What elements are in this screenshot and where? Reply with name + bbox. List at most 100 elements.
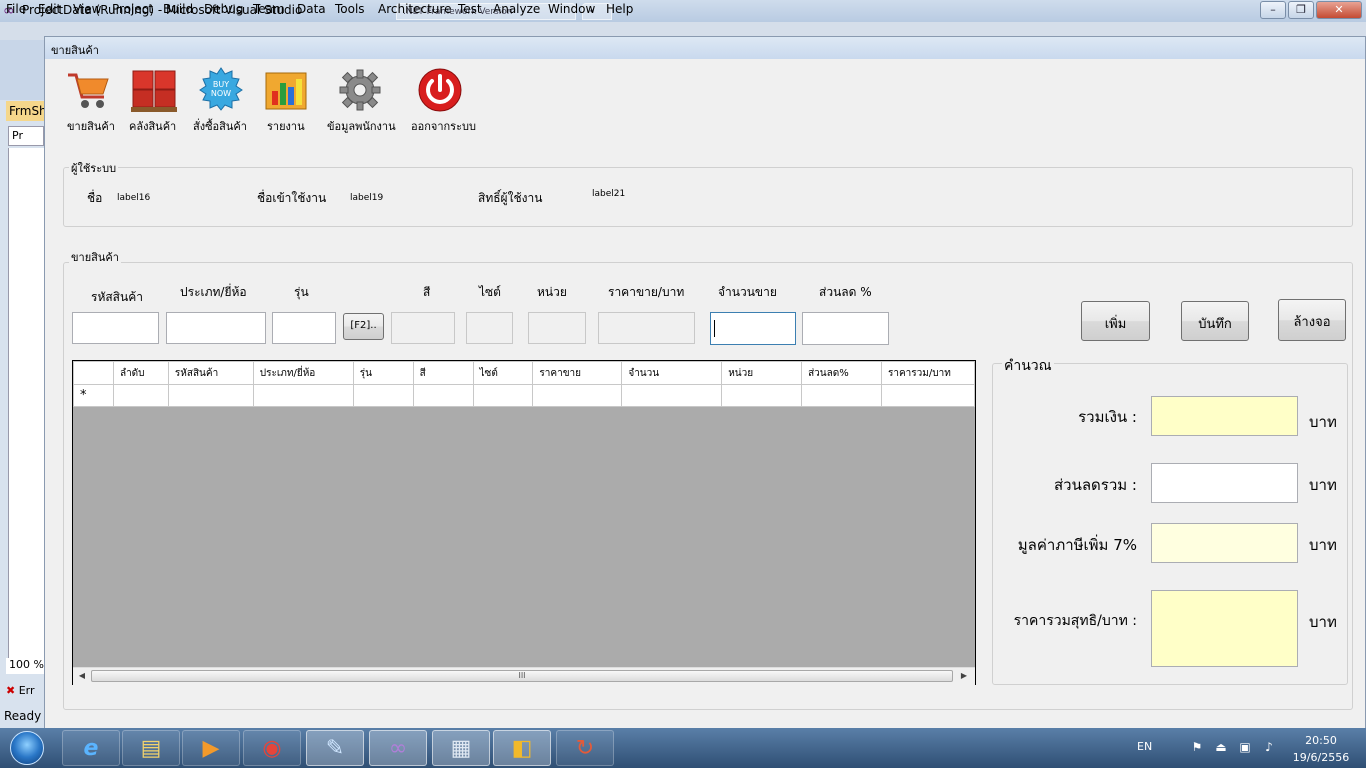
report-chart-icon <box>265 72 307 110</box>
grid-cell[interactable] <box>472 384 534 407</box>
windows-logo-icon <box>10 731 44 765</box>
close-button[interactable]: ✕ <box>1316 1 1362 19</box>
product-code-input[interactable] <box>72 312 159 344</box>
grid-cell[interactable] <box>167 384 254 407</box>
grid-cell[interactable] <box>621 384 723 407</box>
vs-error-list-tab[interactable]: ✖ Err <box>6 684 44 704</box>
taskbar-media-player[interactable]: ▶ <box>182 730 240 766</box>
power-icon <box>418 68 462 112</box>
grid-cell[interactable] <box>352 384 414 407</box>
grid-header-row: ลำดับ รหัสสินค้า ประเภท/ยี่ห้อ รุ่น สี ไ… <box>73 361 975 385</box>
discount-input[interactable] <box>802 312 889 345</box>
taskbar-chrome[interactable]: ◉ <box>243 730 301 766</box>
grid-cell[interactable] <box>881 384 975 407</box>
scroll-thumb[interactable]: III <box>91 670 953 682</box>
action-center-icon[interactable]: ⚑ <box>1190 740 1204 754</box>
scroll-left-arrow-icon[interactable]: ◀ <box>75 670 89 682</box>
start-button[interactable] <box>2 728 52 768</box>
vs-document-tab[interactable]: FrmSh <box>6 101 44 121</box>
horizontal-scrollbar[interactable]: ◀ III ▶ <box>73 667 975 685</box>
menu-build[interactable]: Build <box>163 2 193 16</box>
grid-cell[interactable] <box>801 384 882 407</box>
menu-project[interactable]: Project <box>112 2 153 16</box>
menu-view[interactable]: View <box>73 2 101 16</box>
svg-text:BUY: BUY <box>213 80 229 89</box>
qty-label: จำนวนขาย <box>718 285 777 299</box>
clock-date[interactable]: 19/6/2556 <box>1290 751 1352 764</box>
total-discount-field[interactable] <box>1151 463 1298 503</box>
taskbar-paint[interactable]: ◧ <box>493 730 551 766</box>
toolbar-employee-button[interactable]: ข้อมูลพนักงาน <box>325 65 396 135</box>
minimize-button[interactable]: – <box>1260 1 1286 19</box>
usb-device-icon[interactable]: ⏏ <box>1214 740 1228 754</box>
language-indicator[interactable]: EN <box>1137 740 1152 753</box>
grid-cell[interactable] <box>412 384 474 407</box>
toolbar-order-button[interactable]: BUY NOW สั่งซื้อสินค้า <box>191 65 251 135</box>
toolbar-report-label: รายงาน <box>267 120 305 133</box>
toolbar-logout-button[interactable]: ออกจากระบบ <box>407 65 477 135</box>
product-type-input[interactable] <box>166 312 266 344</box>
net-total-label: ราคารวมสุทธิ/บาท : <box>1013 613 1137 629</box>
col-header-code[interactable]: รหัสสินค้า <box>167 361 254 385</box>
col-header-price[interactable]: ราคาขาย <box>532 361 623 385</box>
gear-icon <box>339 69 381 111</box>
col-header-color[interactable]: สี <box>412 361 474 385</box>
taskbar-visual-studio[interactable]: ∞ <box>369 730 427 766</box>
menu-analyze[interactable]: Analyze <box>493 2 540 16</box>
vs-code-editor[interactable] <box>8 148 45 658</box>
grid-cell[interactable] <box>252 384 354 407</box>
qty-input[interactable] <box>710 312 796 345</box>
vs-zoom-level[interactable]: 100 % <box>6 658 44 674</box>
svg-text:NOW: NOW <box>211 89 231 98</box>
menu-file[interactable]: File <box>6 2 26 16</box>
col-header-type[interactable]: ประเภท/ยี่ห้อ <box>252 361 354 385</box>
col-header-discount[interactable]: ส่วนลด% <box>801 361 882 385</box>
sales-datagrid[interactable]: ลำดับ รหัสสินค้า ประเภท/ยี่ห้อ รุ่น สี ไ… <box>72 360 976 685</box>
network-icon[interactable]: ▣ <box>1238 740 1252 754</box>
col-header-qty[interactable]: จำนวน <box>621 361 723 385</box>
save-button[interactable]: บันทึก <box>1181 301 1249 341</box>
col-header-unit[interactable]: หน่วย <box>721 361 803 385</box>
menu-window[interactable]: Window <box>548 2 595 16</box>
calculator-icon: ▦ <box>450 736 472 761</box>
color-input <box>391 312 455 344</box>
table-row[interactable]: * <box>73 384 975 407</box>
menu-architecture[interactable]: Architecture <box>378 2 451 16</box>
col-header-model[interactable]: รุ่น <box>352 361 414 385</box>
menu-debug[interactable]: Debug <box>204 2 243 16</box>
grid-cell[interactable] <box>721 384 803 407</box>
toolbar-report-button[interactable]: รายงาน <box>257 65 317 135</box>
grid-cell[interactable] <box>532 384 623 407</box>
menu-help[interactable]: Help <box>606 2 633 16</box>
scroll-right-arrow-icon[interactable]: ▶ <box>957 670 971 682</box>
col-header-order[interactable]: ลำดับ <box>112 361 169 385</box>
menu-tools[interactable]: Tools <box>335 2 365 16</box>
taskbar-file-explorer[interactable]: ▤ <box>122 730 180 766</box>
price-label: ราคาขาย/บาท <box>608 285 685 299</box>
menu-edit[interactable]: Edit <box>38 2 61 16</box>
grid-body: ลำดับ รหัสสินค้า ประเภท/ยี่ห้อ รุ่น สี ไ… <box>73 361 975 667</box>
f2-lookup-button[interactable]: [F2].. <box>343 313 384 340</box>
clock-time[interactable]: 20:50 <box>1296 734 1346 747</box>
volume-icon[interactable]: ♪ <box>1262 740 1276 754</box>
add-button[interactable]: เพิ่ม <box>1081 301 1150 341</box>
file-explorer-icon: ▤ <box>140 736 162 761</box>
menu-data[interactable]: Data <box>297 2 326 16</box>
sale-form-window: ขายสินค้า ขายสินค้า คลังสินค้า BUY NOW ส… <box>44 36 1366 729</box>
grid-cell[interactable] <box>112 384 169 407</box>
menu-team[interactable]: Team <box>253 2 285 16</box>
toolbar-warehouse-button[interactable]: คลังสินค้า <box>125 65 185 135</box>
col-header-size[interactable]: ไซต์ <box>472 361 534 385</box>
taskbar-calculator[interactable]: ▦ <box>432 730 490 766</box>
toolbar-sale-button[interactable]: ขายสินค้า <box>59 65 119 135</box>
toolbar-employee-label: ข้อมูลพนักงาน <box>327 120 396 133</box>
menu-test[interactable]: Test <box>458 2 482 16</box>
taskbar-notepad[interactable]: ✎ <box>306 730 364 766</box>
taskbar-running-app[interactable]: ↻ <box>556 730 614 766</box>
vs-solution-dropdown[interactable]: Pr <box>8 126 44 146</box>
col-header-total[interactable]: ราคารวม/บาท <box>881 361 975 385</box>
taskbar-internet-explorer[interactable]: e <box>62 730 120 766</box>
model-input[interactable] <box>272 312 336 344</box>
clear-button[interactable]: ล้างจอ <box>1278 299 1346 341</box>
maximize-button[interactable]: ❐ <box>1288 1 1314 19</box>
